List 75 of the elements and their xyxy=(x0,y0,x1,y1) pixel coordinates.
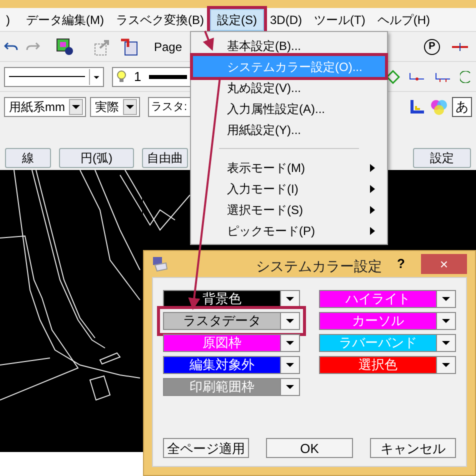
color-swatch: ラスタデータ xyxy=(164,313,280,329)
menu-item[interactable]: 丸め設定(V)... xyxy=(193,77,385,98)
caret-icon xyxy=(284,340,294,346)
app-icon xyxy=(152,256,168,272)
menu-item[interactable]: 設定(S) xyxy=(210,8,264,30)
menu-item[interactable]: 3D(D) xyxy=(264,8,308,30)
import-icon[interactable] xyxy=(120,38,138,56)
menu-item[interactable]: ) xyxy=(0,8,16,30)
dropdown-value: 実際 xyxy=(95,99,119,116)
arc-icon[interactable] xyxy=(460,70,472,82)
caret-icon xyxy=(284,318,294,324)
command-button[interactable]: 線 xyxy=(5,148,51,168)
submenu-arrow-icon xyxy=(370,226,375,234)
line-marker-icon[interactable] xyxy=(452,42,468,50)
unit-dropdown[interactable]: 用紙系mm xyxy=(4,97,86,117)
command-button[interactable]: 円(弧) xyxy=(59,148,134,168)
dialog-button[interactable]: OK xyxy=(266,438,353,458)
color-swatch: ラバーバンド xyxy=(320,335,437,351)
segment-icon[interactable] xyxy=(434,70,452,82)
page-label: Page xyxy=(154,38,182,56)
dialog-button[interactable]: キャンセル xyxy=(370,438,456,458)
segment-icon[interactable] xyxy=(408,70,426,82)
menu-item[interactable]: 表示モード(M) xyxy=(193,157,385,178)
caret-icon xyxy=(441,318,451,324)
caret-icon xyxy=(284,384,294,390)
menu-item[interactable]: データ編集(M) xyxy=(20,8,110,30)
menu-item[interactable]: ツール(T) xyxy=(308,8,372,30)
annotation-arrow xyxy=(202,30,214,51)
menu-item[interactable]: ラスベク変換(B) xyxy=(110,8,210,30)
axis-icon[interactable] xyxy=(408,98,426,116)
command-button[interactable]: 自由曲 xyxy=(142,148,188,168)
submenu-arrow-icon xyxy=(370,184,375,192)
caret-icon xyxy=(125,104,135,110)
color-swatch: 印刷範囲枠 xyxy=(164,379,280,395)
menu-item[interactable]: ピックモード(P) xyxy=(193,220,385,241)
bulb-icon xyxy=(117,70,126,83)
line-type-dropdown[interactable] xyxy=(4,66,104,86)
dropdown-value: 用紙系mm xyxy=(9,99,65,116)
color-swatch: 編集対象外 xyxy=(164,357,280,373)
pen-key-icon[interactable]: P xyxy=(424,38,440,54)
close-button[interactable]: × xyxy=(421,254,467,274)
color-wheel-icon[interactable] xyxy=(430,98,448,116)
diamond-icon[interactable] xyxy=(386,70,400,84)
color-dropdown[interactable]: 背景色 xyxy=(163,290,300,308)
menu-item[interactable]: 選択モード(S) xyxy=(193,199,385,220)
menu-item[interactable]: 基本設定(B)... xyxy=(193,35,385,56)
menu-item[interactable]: 用紙設定(Y)... xyxy=(193,119,385,140)
caret-icon xyxy=(441,296,451,302)
caret-icon xyxy=(441,362,451,368)
ime-key[interactable]: あ xyxy=(452,97,472,117)
raster-value: ラスタ: xyxy=(151,100,188,115)
layer-icon[interactable] xyxy=(56,38,74,56)
undo-icon[interactable] xyxy=(4,40,18,52)
caret-icon xyxy=(284,296,294,302)
color-swatch: 選択色 xyxy=(320,357,437,373)
dialog-button[interactable]: 全ページ適用 xyxy=(163,438,250,458)
line-width-field[interactable]: 1 xyxy=(112,66,192,86)
help-button[interactable]: ? xyxy=(391,254,411,274)
caret-icon xyxy=(71,104,81,110)
line-width-value: 1 xyxy=(134,68,142,86)
color-swatch: ハイライト xyxy=(320,291,437,307)
submenu-arrow-icon xyxy=(370,164,375,172)
color-swatch: カーソル xyxy=(320,313,437,329)
submenu-arrow-icon xyxy=(370,206,375,214)
color-dropdown[interactable]: 編集対象外 xyxy=(163,356,300,374)
command-button[interactable]: 設定 xyxy=(413,148,471,168)
color-dropdown[interactable]: 選択色 xyxy=(318,356,456,374)
dialog-title: システムカラー設定 xyxy=(256,257,382,276)
caret-icon xyxy=(284,362,294,368)
color-swatch: 背景色 xyxy=(164,291,280,307)
menu-item[interactable]: 入力モード(I) xyxy=(193,178,385,199)
caret-icon xyxy=(441,340,451,346)
menu-item[interactable]: ヘルプ(H) xyxy=(371,8,436,30)
color-swatch: 原図枠 xyxy=(164,335,280,351)
unit-dropdown[interactable]: 実際 xyxy=(90,97,140,117)
